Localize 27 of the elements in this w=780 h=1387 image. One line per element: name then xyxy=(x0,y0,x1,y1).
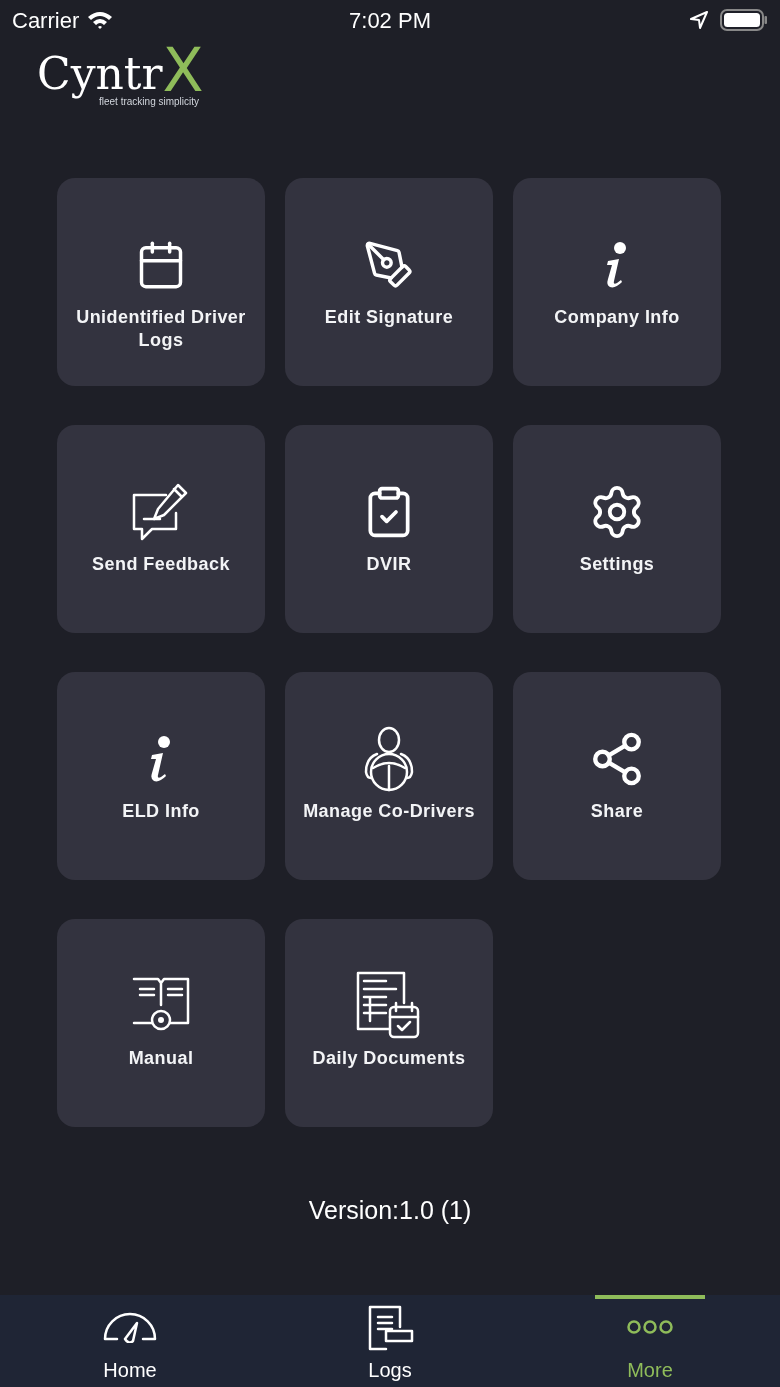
driver-icon xyxy=(363,726,415,792)
wifi-icon xyxy=(87,10,114,30)
version-text: Version:1.0 (1) xyxy=(308,1195,472,1227)
menu-tile[interactable]: DVIR xyxy=(285,425,493,633)
clock-text: 7:02 PM xyxy=(349,6,431,35)
menu-tile[interactable]: Settings xyxy=(513,425,721,633)
menu-tile[interactable]: Send Feedback xyxy=(57,425,265,633)
menu-tile[interactable]: Share xyxy=(513,672,721,880)
tab[interactable]: Logs xyxy=(335,1295,445,1387)
menu-tile[interactable]: Manual xyxy=(57,919,265,1127)
tab[interactable]: More xyxy=(595,1295,705,1387)
menu-tile[interactable]: Unidentified Driver Logs xyxy=(57,178,265,386)
location-icon xyxy=(690,11,708,29)
tab[interactable]: Home xyxy=(75,1295,185,1387)
menu-tile[interactable]: Daily Documents xyxy=(285,919,493,1127)
menu-tile[interactable]: Company Info xyxy=(513,178,721,386)
menu-tile[interactable]: ELD Info xyxy=(57,672,265,880)
battery-icon xyxy=(720,9,768,31)
document-calendar-icon xyxy=(356,971,422,1041)
carrier-text: Carrier xyxy=(12,6,80,35)
more-icon xyxy=(627,1319,673,1335)
tagline-text: fleet tracking simplicity xyxy=(99,96,201,109)
gauge-icon xyxy=(103,1311,157,1343)
menu-tile[interactable]: Edit Signature xyxy=(285,178,493,386)
document-icon xyxy=(366,1303,414,1351)
pen-icon xyxy=(363,239,415,291)
menu-tile[interactable]: Manage Co-Drivers xyxy=(285,672,493,880)
